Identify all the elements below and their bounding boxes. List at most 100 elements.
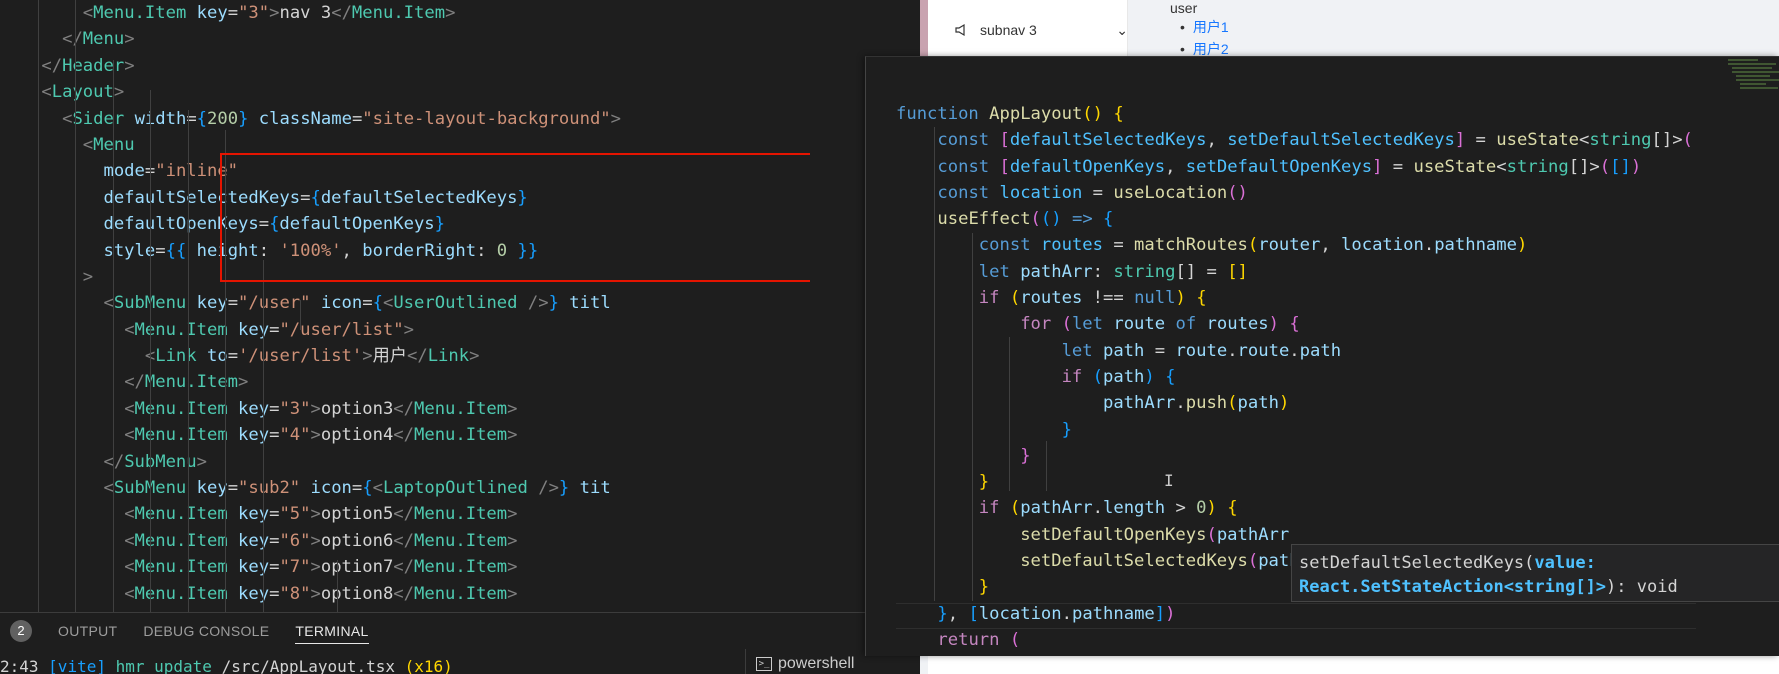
code-token: Menu.Item bbox=[134, 319, 228, 340]
code-token: routes bbox=[1206, 314, 1269, 335]
code-line[interactable]: let path = route.route.path bbox=[896, 338, 1693, 364]
code-line[interactable]: for (let route of routes) { bbox=[896, 311, 1693, 337]
code-line[interactable]: mode="inline" bbox=[0, 158, 810, 184]
code-line[interactable]: > bbox=[0, 264, 810, 290]
code-line[interactable]: <Menu.Item key="3">option3</Menu.Item> bbox=[0, 396, 810, 422]
code-line[interactable]: <Menu.Item key="5">option5</Menu.Item> bbox=[0, 501, 810, 527]
code-line[interactable]: <Menu.Item key="6">option6</Menu.Item> bbox=[0, 528, 810, 554]
code-line[interactable]: const location = useLocation() bbox=[896, 180, 1693, 206]
indent-guide bbox=[972, 233, 973, 521]
code-token: key bbox=[196, 478, 228, 499]
code-line[interactable]: const routes = matchRoutes(router, locat… bbox=[896, 232, 1693, 258]
code-line[interactable]: <Menu.Item key="7">option7</Menu.Item> bbox=[0, 554, 810, 580]
code-token: if bbox=[978, 498, 1000, 519]
code-line[interactable]: useEffect(() => { bbox=[896, 206, 1693, 232]
code-line[interactable]: <SubMenu key="/user" icon={<UserOutlined… bbox=[0, 290, 810, 316]
code-token: option6 bbox=[320, 530, 394, 551]
right-minimap[interactable] bbox=[1708, 57, 1779, 257]
code-line[interactable]: <SubMenu key="sub2" icon={<LaptopOutline… bbox=[0, 475, 810, 501]
code-token: pathname bbox=[1071, 603, 1155, 624]
code-token: ( bbox=[1009, 629, 1021, 650]
code-line[interactable]: if (pathArr.length > 0) { bbox=[896, 495, 1693, 521]
code-token: borderRight bbox=[362, 240, 477, 261]
code-token: } bbox=[937, 603, 948, 624]
code-token: { bbox=[1289, 314, 1300, 335]
code-line[interactable]: <Menu bbox=[0, 132, 810, 158]
code-token: string bbox=[1589, 130, 1652, 151]
code-line[interactable]: </Menu> bbox=[0, 26, 810, 52]
code-line[interactable]: function AppLayout() { bbox=[896, 101, 1693, 127]
code-line[interactable]: if (routes !== null) { bbox=[896, 285, 1693, 311]
code-line[interactable]: } bbox=[896, 417, 1693, 443]
terminal-shell-entry[interactable]: >_ powershell bbox=[756, 655, 854, 673]
code-line[interactable]: <Link to='/user/list'>用户</Link> bbox=[0, 343, 810, 369]
code-token: key bbox=[238, 557, 270, 578]
code-line[interactable]: if (path) { bbox=[896, 364, 1693, 390]
tab-terminal[interactable]: TERMINAL bbox=[295, 618, 369, 644]
code-line[interactable]: </SubMenu> bbox=[0, 449, 810, 475]
code-line[interactable]: <Sider width={200} className="site-layou… bbox=[0, 106, 810, 132]
code-token: ) bbox=[1206, 498, 1217, 519]
code-token: pathArr bbox=[1020, 498, 1093, 519]
code-line[interactable]: </Menu.Item> bbox=[0, 369, 810, 395]
code-line[interactable]: <Layout> bbox=[0, 79, 810, 105]
code-token: setDefaultSelectedKeys bbox=[1020, 551, 1248, 572]
code-token: 0 bbox=[1196, 498, 1207, 519]
indent-guide bbox=[188, 110, 189, 612]
code-token: path bbox=[1103, 366, 1145, 387]
left-code-editor[interactable]: <Menu.Item key="3">nav 3</Menu.Item> </M… bbox=[0, 0, 810, 612]
browser-edge bbox=[920, 0, 928, 56]
code-token: ) bbox=[1144, 366, 1155, 387]
code-line[interactable]: return ( bbox=[896, 627, 1693, 653]
code-token: = bbox=[227, 478, 239, 499]
code-line[interactable]: <Menu.Item key="/user/list"> bbox=[0, 317, 810, 343]
code-line[interactable]: defaultSelectedKeys={defaultSelectedKeys… bbox=[0, 185, 810, 211]
code-line[interactable]: }, [location.pathname]) bbox=[896, 601, 1693, 627]
problems-badge[interactable]: 2 bbox=[10, 620, 32, 642]
code-line[interactable]: let pathArr: string[] = [] bbox=[896, 259, 1693, 285]
code-line[interactable]: <Menu.Item key="8">option8</Menu.Item> bbox=[0, 581, 810, 607]
code-line[interactable]: defaultOpenKeys={defaultOpenKeys} bbox=[0, 211, 810, 237]
code-token: = bbox=[227, 346, 239, 367]
code-line[interactable]: const [defaultOpenKeys, setDefaultOpenKe… bbox=[896, 154, 1693, 180]
left-code-lines[interactable]: <Menu.Item key="3">nav 3</Menu.Item> </M… bbox=[0, 0, 810, 612]
code-token: } bbox=[548, 293, 559, 314]
zoomed-code-editor[interactable]: function AppLayout() { const [defaultSel… bbox=[865, 56, 1779, 656]
tab-debug-console[interactable]: DEBUG CONSOLE bbox=[143, 623, 269, 639]
code-line[interactable]: } bbox=[896, 443, 1693, 469]
tab-output[interactable]: OUTPUT bbox=[58, 623, 117, 639]
code-token: < bbox=[1579, 130, 1590, 151]
user-list-item[interactable]: 用户1 bbox=[1180, 16, 1229, 38]
code-token: setDefaultSelectedKeys bbox=[1227, 130, 1455, 151]
code-token: { bbox=[1196, 288, 1207, 309]
code-line[interactable]: const [defaultSelectedKeys, setDefaultSe… bbox=[896, 127, 1693, 153]
code-line[interactable]: <Menu.Item key="3">nav 3</Menu.Item> bbox=[0, 0, 810, 26]
code-line[interactable]: } bbox=[896, 469, 1693, 495]
code-token: icon bbox=[320, 293, 363, 314]
code-line[interactable]: <Menu.Item key="4">option4</Menu.Item> bbox=[0, 422, 810, 448]
code-token: : bbox=[258, 240, 280, 261]
code-token: { bbox=[1227, 498, 1238, 519]
code-token: ) bbox=[1630, 156, 1642, 177]
code-line[interactable]: pathArr.push(path) bbox=[896, 390, 1693, 416]
subnav-3-menu[interactable]: subnav 3 ⌄ bbox=[954, 22, 1128, 38]
code-token: > bbox=[310, 504, 321, 525]
code-token: Menu.Item bbox=[134, 583, 228, 604]
code-token: Menu.Item bbox=[414, 557, 508, 578]
code-line[interactable]: style={{ height: '100%', borderRight: 0 … bbox=[0, 238, 810, 264]
code-token: = bbox=[269, 530, 280, 551]
code-token: "5" bbox=[279, 504, 311, 525]
indent-guide bbox=[337, 560, 338, 612]
code-line[interactable]: </Header> bbox=[0, 53, 810, 79]
